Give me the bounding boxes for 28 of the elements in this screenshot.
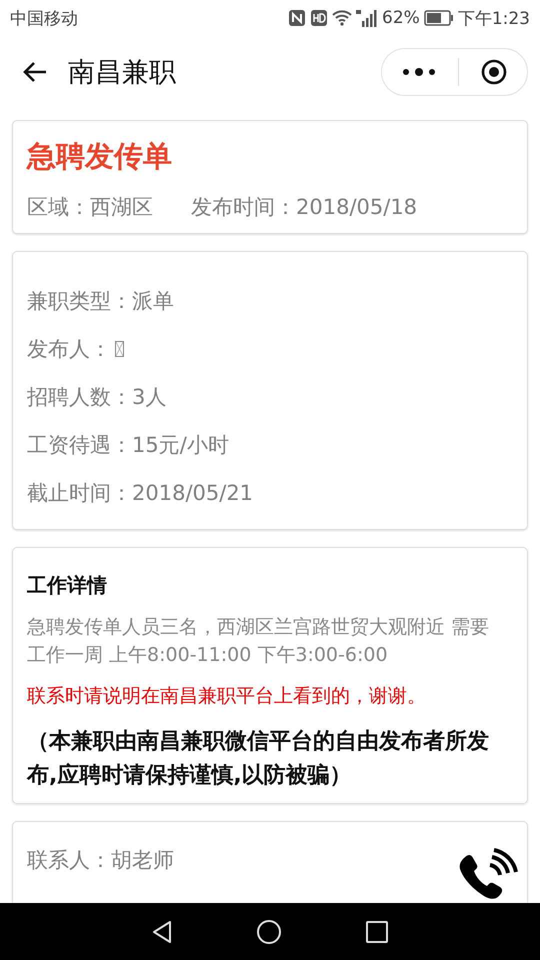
recents-nav-icon[interactable] [364, 920, 389, 944]
more-icon[interactable] [402, 67, 436, 77]
disclaimer-text: （本兼职由南昌兼职微信平台的自由发布者所发布,应聘时请保持谨慎,以防被骗） [27, 728, 490, 790]
job-title: 急聘发传单 [27, 138, 173, 175]
publish-date: 发布时间：2018/05/18 [191, 194, 418, 221]
back-icon[interactable] [22, 61, 48, 83]
carrier-text: 中国移动 [10, 8, 78, 30]
battery-icon [424, 10, 454, 26]
hd-icon [310, 9, 328, 27]
area-text: 区域：西湖区 [27, 194, 153, 221]
home-nav-icon[interactable] [256, 918, 282, 944]
info-text: 发布人： [27, 336, 111, 363]
section-heading: 工作详情 [27, 572, 108, 599]
contact-person: 联系人：胡老师 [27, 847, 174, 874]
info-text: 招聘人数：3人 [27, 384, 166, 411]
clock-text: 下午1:23 [458, 8, 530, 30]
job-description: 急聘发传单人员三名，西湖区兰宫路世贸大观附近 需要工作一周 上午8:00-11:00 下午3:00-6:00 [27, 615, 490, 668]
battery-percent: 62% [382, 8, 420, 28]
nfc-icon [288, 9, 306, 27]
wifi-icon [332, 10, 352, 26]
info-text: 工资待遇：15元/小时 [27, 432, 229, 459]
page-title: 南昌兼职 [68, 56, 177, 90]
info-text: 兼职类型：派单 [27, 288, 174, 315]
signal-icon [356, 9, 378, 27]
close-target-icon[interactable] [481, 59, 507, 85]
notice-text: 联系时请说明在南昌兼职平台上看到的，谢谢。 [27, 684, 427, 709]
info-text: 截止时间：2018/05/21 [27, 480, 254, 507]
back-nav-icon[interactable] [151, 920, 174, 944]
